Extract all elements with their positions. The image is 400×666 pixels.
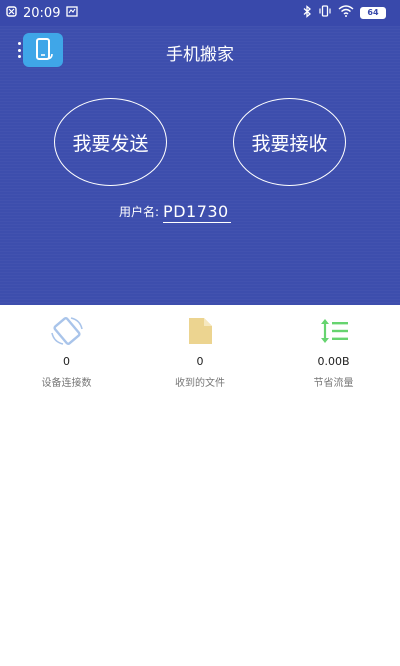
status-time: 20:09 — [23, 5, 61, 21]
send-button[interactable]: 我要发送 — [54, 98, 167, 186]
stat-label: 节省流量 — [313, 378, 354, 389]
device-connect-icon — [49, 316, 85, 346]
stat-value: 0.00B — [317, 355, 350, 368]
stat-device-connections: 0 设备连接数 — [0, 316, 133, 396]
stat-label: 收到的文件 — [175, 378, 225, 389]
wifi-icon — [338, 5, 354, 21]
status-left: 20:09 — [6, 5, 79, 21]
username-value[interactable]: PD1730 — [163, 202, 231, 223]
stat-data-saved: 0.00B 节省流量 — [267, 316, 400, 396]
page-title: 手机搬家 — [166, 45, 234, 65]
notification-icon — [6, 5, 17, 21]
app-screen: 20:09 64 手机搬家 我要发送 我要接收 用户名: PD1730 0 设备… — [0, 0, 400, 666]
stat-label: 设备连接数 — [41, 378, 92, 389]
stats-row: 0 设备连接数 0 收到的文件 0.00B 节省流量 — [0, 316, 400, 396]
screenshot-icon — [66, 5, 79, 21]
stat-received-files: 0 收到的文件 — [134, 316, 267, 396]
vibrate-icon — [318, 5, 332, 21]
file-icon — [182, 316, 218, 346]
data-saving-icon — [316, 316, 352, 346]
username-label: 用户名: — [119, 205, 160, 219]
hero-panel: 手机搬家 我要发送 我要接收 用户名: PD1730 — [0, 26, 400, 305]
stat-value: 0 — [63, 355, 70, 368]
battery-icon: 64 — [360, 7, 386, 19]
status-right: 64 — [303, 4, 386, 22]
bluetooth-icon — [303, 4, 312, 22]
username-row: 用户名: PD1730 — [119, 202, 231, 223]
stat-value: 0 — [196, 355, 204, 368]
status-bar: 20:09 64 — [0, 0, 400, 26]
receive-button[interactable]: 我要接收 — [233, 98, 346, 186]
